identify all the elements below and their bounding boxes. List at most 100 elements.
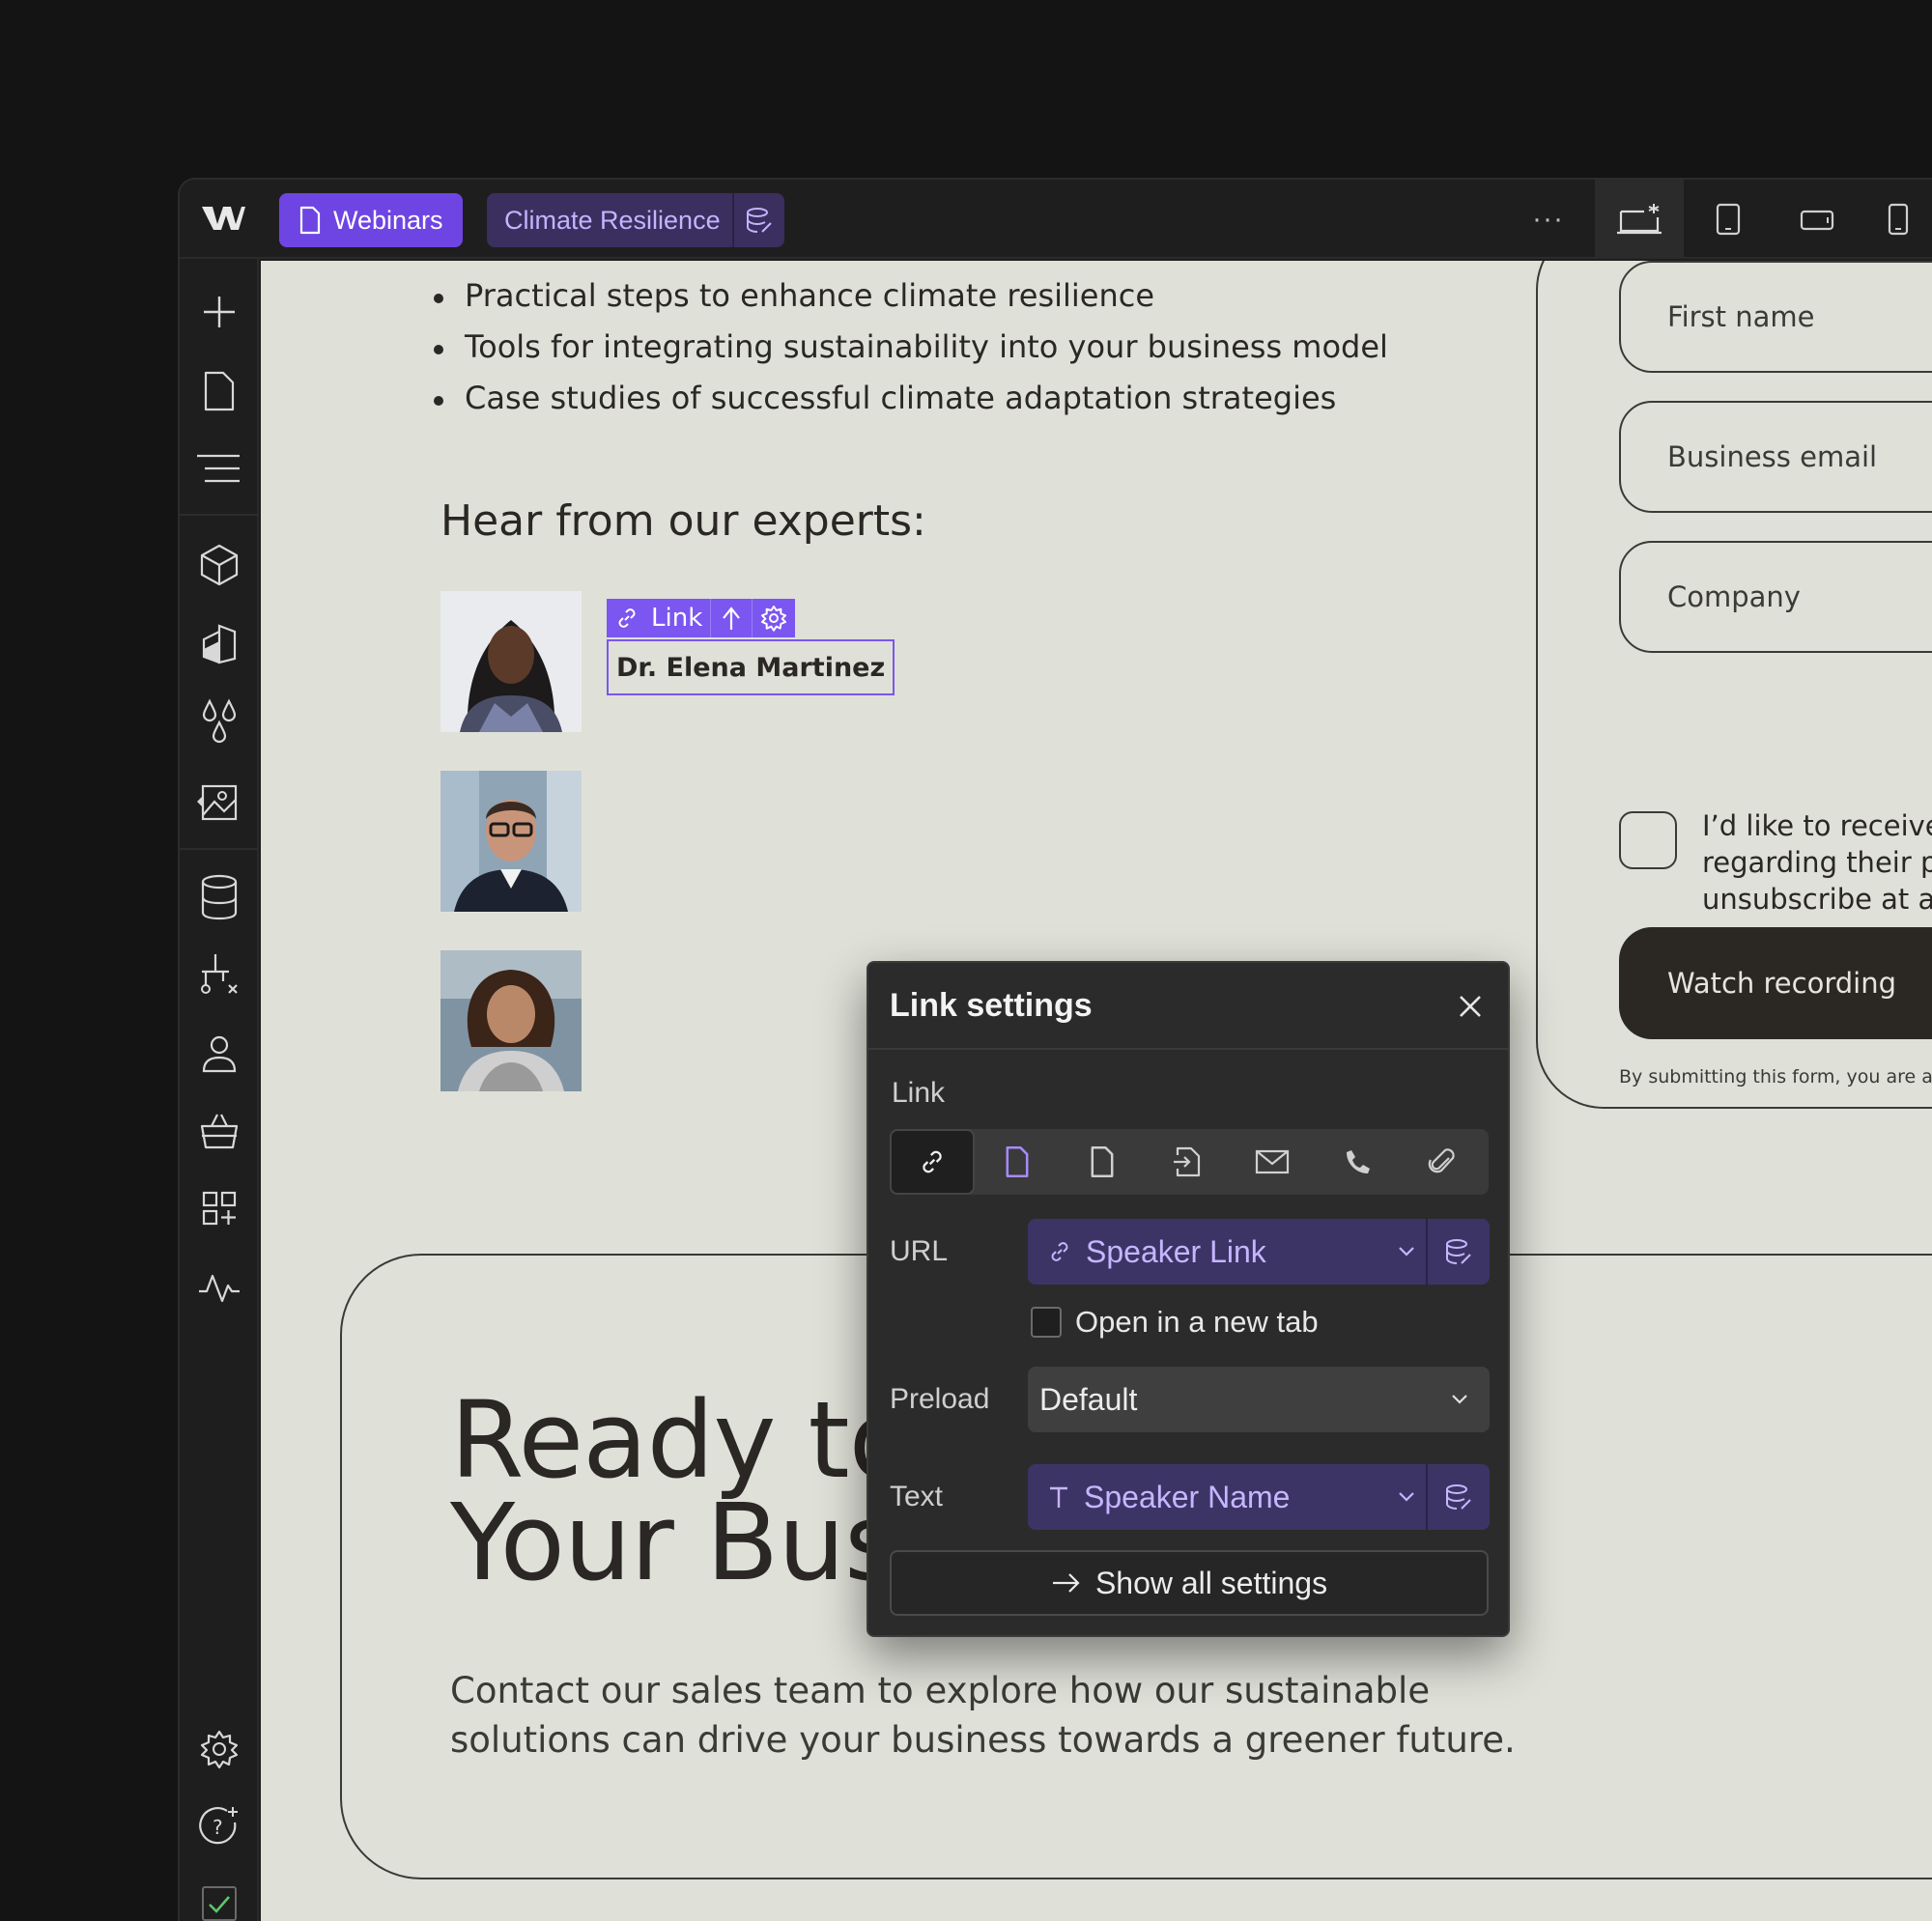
- preload-label: Preload: [890, 1383, 990, 1415]
- email-icon[interactable]: [1230, 1129, 1315, 1195]
- link-type-label: Link: [892, 1077, 946, 1109]
- style-selectors-icon[interactable]: [195, 620, 243, 668]
- list-item: Tools for integrating sustainability int…: [430, 322, 1388, 373]
- list-item: Practical steps to enhance climate resil…: [430, 270, 1388, 322]
- link-settings-header: Link settings: [868, 963, 1508, 1050]
- navigator-icon[interactable]: [195, 444, 243, 493]
- close-icon[interactable]: [1456, 992, 1485, 1021]
- chevron-down-icon[interactable]: [1387, 1246, 1426, 1257]
- variables-icon[interactable]: [195, 697, 243, 746]
- cms-binding-icon[interactable]: [1426, 1219, 1490, 1285]
- toolbar-divider: [180, 848, 259, 850]
- show-all-settings-button[interactable]: Show all settings: [890, 1550, 1489, 1616]
- url-label: URL: [890, 1235, 949, 1267]
- element-settings-icon[interactable]: [753, 599, 795, 637]
- pages-icon[interactable]: [195, 367, 243, 415]
- link-tag-label: Link: [651, 604, 703, 633]
- text-type-icon: [1050, 1486, 1067, 1508]
- watch-recording-button[interactable]: Watch recording: [1619, 927, 1932, 1039]
- chevron-down-icon: [1452, 1395, 1467, 1404]
- publish-check-icon[interactable]: [195, 1879, 243, 1921]
- url-binding-value[interactable]: Speaker Link: [1028, 1219, 1387, 1285]
- speaker-photo[interactable]: [440, 591, 582, 732]
- text-label: Text: [890, 1481, 944, 1512]
- cms-binding-icon[interactable]: [1426, 1464, 1490, 1530]
- arrow-right-icon: [1052, 1573, 1080, 1593]
- breakpoint-mobile-portrait-icon[interactable]: [1861, 180, 1932, 259]
- text-binding-label: Speaker Name: [1084, 1479, 1291, 1514]
- page-tab-webinars[interactable]: Webinars: [279, 193, 463, 247]
- designer-window: Webinars Climate Resilience ··· ? Practi…: [178, 178, 1932, 1921]
- collection-tab-label: Climate Resilience: [504, 205, 721, 235]
- top-bar: Webinars Climate Resilience ···: [180, 180, 1932, 259]
- show-all-settings-label: Show all settings: [1094, 1565, 1328, 1600]
- cta-paragraph-line: solutions can drive your business toward…: [450, 1719, 1516, 1761]
- element-tag-link[interactable]: Link: [607, 599, 796, 637]
- users-icon[interactable]: [195, 1030, 243, 1078]
- collection-page-icon[interactable]: [1060, 1129, 1145, 1195]
- consent-line: unsubscribe at an: [1702, 883, 1932, 916]
- first-name-field[interactable]: First name: [1619, 261, 1932, 373]
- benefits-list: Practical steps to enhance climate resil…: [430, 270, 1388, 424]
- form-fine-print: By submitting this form, you are agr: [1619, 1066, 1932, 1088]
- ecommerce-icon[interactable]: [195, 1107, 243, 1155]
- settings-icon[interactable]: [195, 1725, 243, 1773]
- consent-text: I’d like to receive n regarding their pr…: [1702, 807, 1932, 918]
- url-binding-field[interactable]: Speaker Link: [1028, 1219, 1490, 1285]
- phone-icon[interactable]: [1315, 1129, 1400, 1195]
- open-new-tab-checkbox[interactable]: [1031, 1307, 1062, 1338]
- link-settings-title: Link settings: [890, 986, 1093, 1024]
- cms-icon[interactable]: [195, 873, 243, 921]
- preload-select[interactable]: Default: [1028, 1367, 1490, 1432]
- selected-speaker-name-link[interactable]: Dr. Elena Martinez: [607, 639, 895, 695]
- breakpoint-mobile-landscape-icon[interactable]: [1773, 180, 1861, 259]
- link-tag-label-group: Link: [607, 599, 712, 637]
- open-new-tab-label: Open in a new tab: [1075, 1305, 1319, 1339]
- preload-value: Default: [1039, 1381, 1138, 1417]
- url-binding-label: Speaker Link: [1086, 1233, 1266, 1269]
- experts-heading[interactable]: Hear from our experts:: [440, 496, 926, 546]
- link-icon: [1051, 1242, 1068, 1261]
- insights-icon[interactable]: [195, 1263, 243, 1312]
- page-tab-label: Webinars: [333, 205, 443, 235]
- page-icon: [299, 206, 321, 235]
- consent-checkbox[interactable]: [1619, 811, 1677, 869]
- open-new-tab-option[interactable]: Open in a new tab: [1031, 1305, 1319, 1340]
- left-toolbar: ?: [180, 259, 259, 1921]
- components-icon[interactable]: [195, 541, 243, 589]
- webflow-logo[interactable]: [199, 199, 247, 238]
- design-canvas[interactable]: Practical steps to enhance climate resil…: [261, 261, 1932, 1921]
- attachment-icon[interactable]: [1400, 1129, 1485, 1195]
- speaker-photo[interactable]: [440, 771, 582, 912]
- breakpoint-desktop-icon[interactable]: [1595, 180, 1684, 259]
- add-elements-icon[interactable]: [195, 288, 243, 336]
- text-binding-value[interactable]: Speaker Name: [1028, 1464, 1387, 1530]
- text-binding-field[interactable]: Speaker Name: [1028, 1464, 1490, 1530]
- consent-line: I’d like to receive n: [1702, 809, 1932, 842]
- breakpoint-tablet-icon[interactable]: [1684, 180, 1773, 259]
- url-link-icon[interactable]: [890, 1129, 975, 1195]
- assets-icon[interactable]: [195, 777, 243, 825]
- link-type-segmented-control: [890, 1129, 1489, 1195]
- svg-text:?: ?: [213, 1816, 223, 1839]
- cms-database-icon[interactable]: [731, 193, 784, 247]
- chevron-down-icon[interactable]: [1387, 1491, 1426, 1503]
- link-icon: [618, 608, 636, 628]
- business-email-field[interactable]: Business email: [1619, 401, 1932, 513]
- link-settings-panel: Link settings Link URL Speaker Link Open…: [867, 961, 1510, 1637]
- consent-line: regarding their pr: [1702, 846, 1932, 879]
- logic-icon[interactable]: [195, 950, 243, 999]
- company-field[interactable]: Company: [1619, 541, 1932, 653]
- section-anchor-icon[interactable]: [1145, 1129, 1230, 1195]
- toolbar-divider: [180, 514, 259, 516]
- help-icon[interactable]: ?: [195, 1802, 243, 1850]
- page-icon[interactable]: [975, 1129, 1060, 1195]
- collection-tab[interactable]: Climate Resilience: [487, 193, 784, 247]
- cta-paragraph-line: Contact our sales team to explore how ou…: [450, 1670, 1431, 1711]
- speaker-photo[interactable]: [440, 950, 582, 1091]
- more-options-icon[interactable]: ···: [1532, 203, 1564, 236]
- list-item: Case studies of successful climate adapt…: [430, 373, 1388, 424]
- select-parent-icon[interactable]: [711, 599, 753, 637]
- cta-paragraph[interactable]: Contact our sales team to explore how ou…: [450, 1666, 1516, 1765]
- apps-icon[interactable]: [195, 1184, 243, 1232]
